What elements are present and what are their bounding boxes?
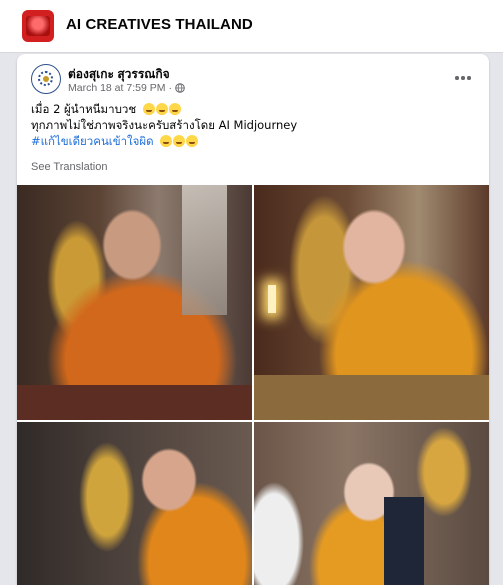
monk-photo-1[interactable] bbox=[17, 185, 252, 420]
see-translation-link[interactable]: See Translation bbox=[31, 161, 107, 173]
group-name[interactable]: AI CREATIVES THAILAND bbox=[66, 16, 253, 33]
globe-icon bbox=[175, 83, 185, 93]
monk-photo-4[interactable] bbox=[254, 422, 489, 585]
group-header: AI CREATIVES THAILAND bbox=[0, 0, 503, 53]
post-text-line-2: ทุกภาพไม่ใช่ภาพจริงนะครับสร้างโดย AI Mid… bbox=[31, 118, 298, 132]
post-text: เมื่อ 2 ผู้นำหนีมาบวช ทุกภาพไม่ใช่ภาพจริ… bbox=[31, 101, 471, 149]
more-options-button[interactable] bbox=[451, 66, 475, 90]
post-date[interactable]: March 18 at 7:59 PM bbox=[68, 82, 165, 94]
group-avatar[interactable] bbox=[22, 10, 54, 42]
post-meta: March 18 at 7:59 PM · bbox=[68, 82, 185, 94]
emoji-group-1 bbox=[142, 103, 181, 115]
meta-separator: · bbox=[168, 82, 172, 94]
more-horizontal-icon bbox=[455, 76, 459, 80]
emoji-group-2 bbox=[160, 135, 199, 147]
grinning-sweat-emoji bbox=[142, 103, 155, 115]
monk-photo-2[interactable] bbox=[254, 185, 489, 420]
grinning-sweat-emoji bbox=[186, 135, 199, 147]
post-text-line-1-text: เมื่อ 2 ผู้นำหนีมาบวช bbox=[31, 102, 137, 116]
monk-photo-3[interactable] bbox=[17, 422, 252, 585]
post-card: ต่องสุเกะ สุวรรณกิจ March 18 at 7:59 PM … bbox=[17, 54, 489, 585]
grinning-sweat-emoji bbox=[160, 135, 173, 147]
author-avatar[interactable] bbox=[31, 64, 61, 94]
grinning-sweat-emoji bbox=[173, 135, 186, 147]
grinning-sweat-emoji bbox=[155, 103, 168, 115]
grinning-sweat-emoji bbox=[168, 103, 181, 115]
post-text-line-3: #แก้ไขเดียวคนเข้าใจผิด bbox=[31, 133, 471, 149]
hashtag-link[interactable]: #แก้ไขเดียวคนเข้าใจผิด bbox=[31, 134, 154, 148]
post-text-line-1: เมื่อ 2 ผู้นำหนีมาบวช bbox=[31, 101, 471, 117]
